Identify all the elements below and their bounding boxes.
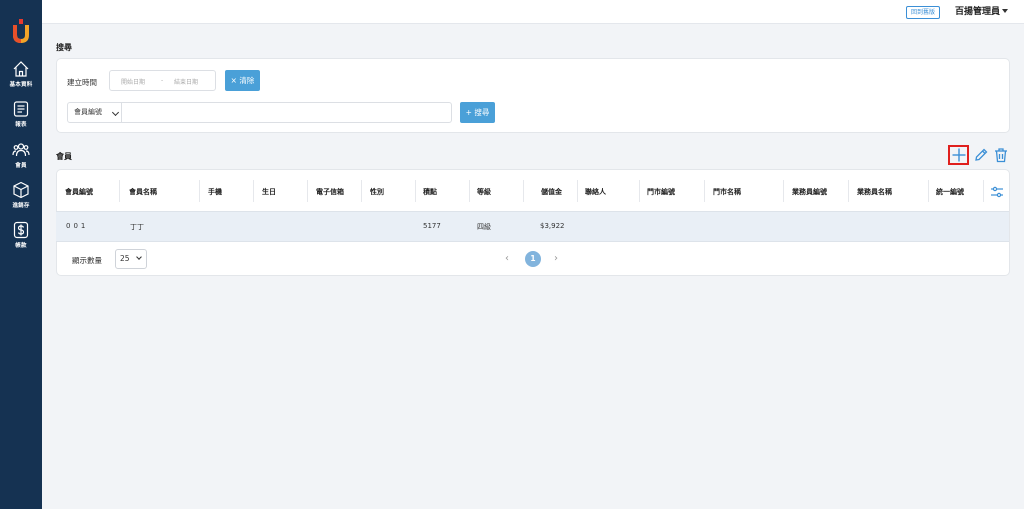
report-icon	[13, 101, 29, 117]
cell-member-id: 001	[66, 222, 89, 230]
column-separator	[704, 180, 705, 202]
column-header-phone[interactable]: 手機	[208, 187, 222, 197]
column-header-store-id[interactable]: 門市編號	[647, 187, 675, 197]
top-bar: 回到舊版 百揚管理員	[42, 0, 1024, 24]
column-header-email[interactable]: 電子信箱	[316, 187, 344, 197]
start-date-input[interactable]: 開始日期	[121, 77, 145, 86]
column-header-contact[interactable]: 聯絡人	[585, 187, 606, 197]
column-separator	[469, 180, 470, 202]
sidebar-item-label: 基本資料	[9, 82, 33, 88]
app-logo[interactable]	[11, 19, 31, 43]
column-separator	[415, 180, 416, 202]
column-header-store-name[interactable]: 門市名稱	[713, 187, 741, 197]
column-header-member-id[interactable]: 會員編號	[65, 187, 93, 197]
edit-icon[interactable]	[972, 146, 990, 164]
sidebar-item-label: 會員	[15, 163, 27, 169]
trash-icon[interactable]	[992, 146, 1010, 164]
page-size-select[interactable]: 25	[115, 249, 147, 269]
column-header-balance[interactable]: 儲值金	[541, 187, 562, 197]
members-icon	[12, 143, 30, 157]
sidebar-item-members[interactable]: 會員	[0, 141, 42, 169]
column-header-gender[interactable]: 性別	[370, 187, 384, 197]
column-separator	[199, 180, 200, 202]
next-page-icon[interactable]: ›	[554, 253, 558, 264]
column-header-points[interactable]: 積點	[423, 187, 437, 197]
column-separator	[361, 180, 362, 202]
column-header-tax-id[interactable]: 統一編號	[936, 187, 964, 197]
add-button-highlight	[948, 145, 969, 165]
sidebar-item-basic-info[interactable]: 基本資料	[0, 60, 42, 88]
column-header-sales-id[interactable]: 業務員編號	[792, 187, 827, 197]
sidebar-item-inventory[interactable]: 進銷存	[0, 181, 42, 209]
clear-button[interactable]: × 清除	[225, 70, 260, 91]
members-section-title: 會員	[56, 152, 72, 161]
chevron-down-icon	[111, 108, 120, 117]
inventory-icon	[13, 181, 29, 199]
column-separator	[119, 180, 120, 202]
prev-page-icon[interactable]: ‹	[505, 253, 509, 264]
column-header-level[interactable]: 等級	[477, 187, 491, 197]
date-range-picker[interactable]: 開始日期 - 結束日期	[109, 70, 216, 91]
column-separator	[523, 180, 524, 202]
sidebar-item-label: 進銷存	[12, 203, 30, 209]
column-header-birthday[interactable]: 生日	[262, 187, 276, 197]
column-separator	[928, 180, 929, 202]
end-date-input[interactable]: 結束日期	[174, 77, 198, 86]
search-field-value: 會員編號	[74, 108, 102, 116]
sidebar-item-label: 報表	[15, 122, 27, 128]
sidebar-item-label: 帳款	[15, 243, 27, 249]
column-header-member-name[interactable]: 會員名稱	[129, 187, 157, 197]
user-menu[interactable]: 百揚管理員	[955, 6, 1009, 19]
sidebar-item-accounts[interactable]: 帳款	[0, 221, 42, 249]
column-separator	[253, 180, 254, 202]
sidebar: 基本資料 報表 會員 進銷存 帳款	[0, 0, 42, 509]
cell-balance: $3,922	[540, 222, 565, 230]
created-time-label: 建立時間	[67, 78, 97, 87]
search-button[interactable]: + 搜尋	[460, 102, 495, 123]
search-input[interactable]	[121, 102, 452, 123]
search-card: 建立時間 開始日期 - 結束日期 × 清除 會員編號 + 搜尋	[56, 58, 1010, 133]
sidebar-item-reports[interactable]: 報表	[0, 100, 42, 128]
back-to-old-version-button[interactable]: 回到舊版	[906, 6, 941, 19]
dollar-icon	[13, 221, 29, 239]
cell-points: 5177	[423, 222, 441, 230]
search-field-select[interactable]: 會員編號	[67, 102, 122, 123]
column-header-sales-name[interactable]: 業務員名稱	[857, 187, 892, 197]
cell-level: 四級	[477, 223, 491, 231]
column-separator	[983, 180, 984, 202]
page-size-value: 25	[120, 254, 130, 263]
table-row[interactable]	[56, 211, 1009, 242]
column-separator	[577, 180, 578, 202]
home-icon	[13, 61, 29, 77]
caret-down-icon	[1002, 9, 1009, 13]
date-range-separator: -	[161, 77, 164, 84]
search-section-title: 搜尋	[56, 43, 72, 52]
column-settings-icon[interactable]	[988, 183, 1006, 201]
user-name: 百揚管理員	[955, 7, 1001, 17]
page-number-current[interactable]: 1	[525, 251, 541, 267]
chevron-down-icon	[136, 254, 142, 260]
column-separator	[783, 180, 784, 202]
column-separator	[307, 180, 308, 202]
cell-member-name: 丁丁	[130, 223, 144, 231]
page-size-label: 顯示數量	[72, 256, 102, 265]
column-separator	[639, 180, 640, 202]
column-separator	[848, 180, 849, 202]
